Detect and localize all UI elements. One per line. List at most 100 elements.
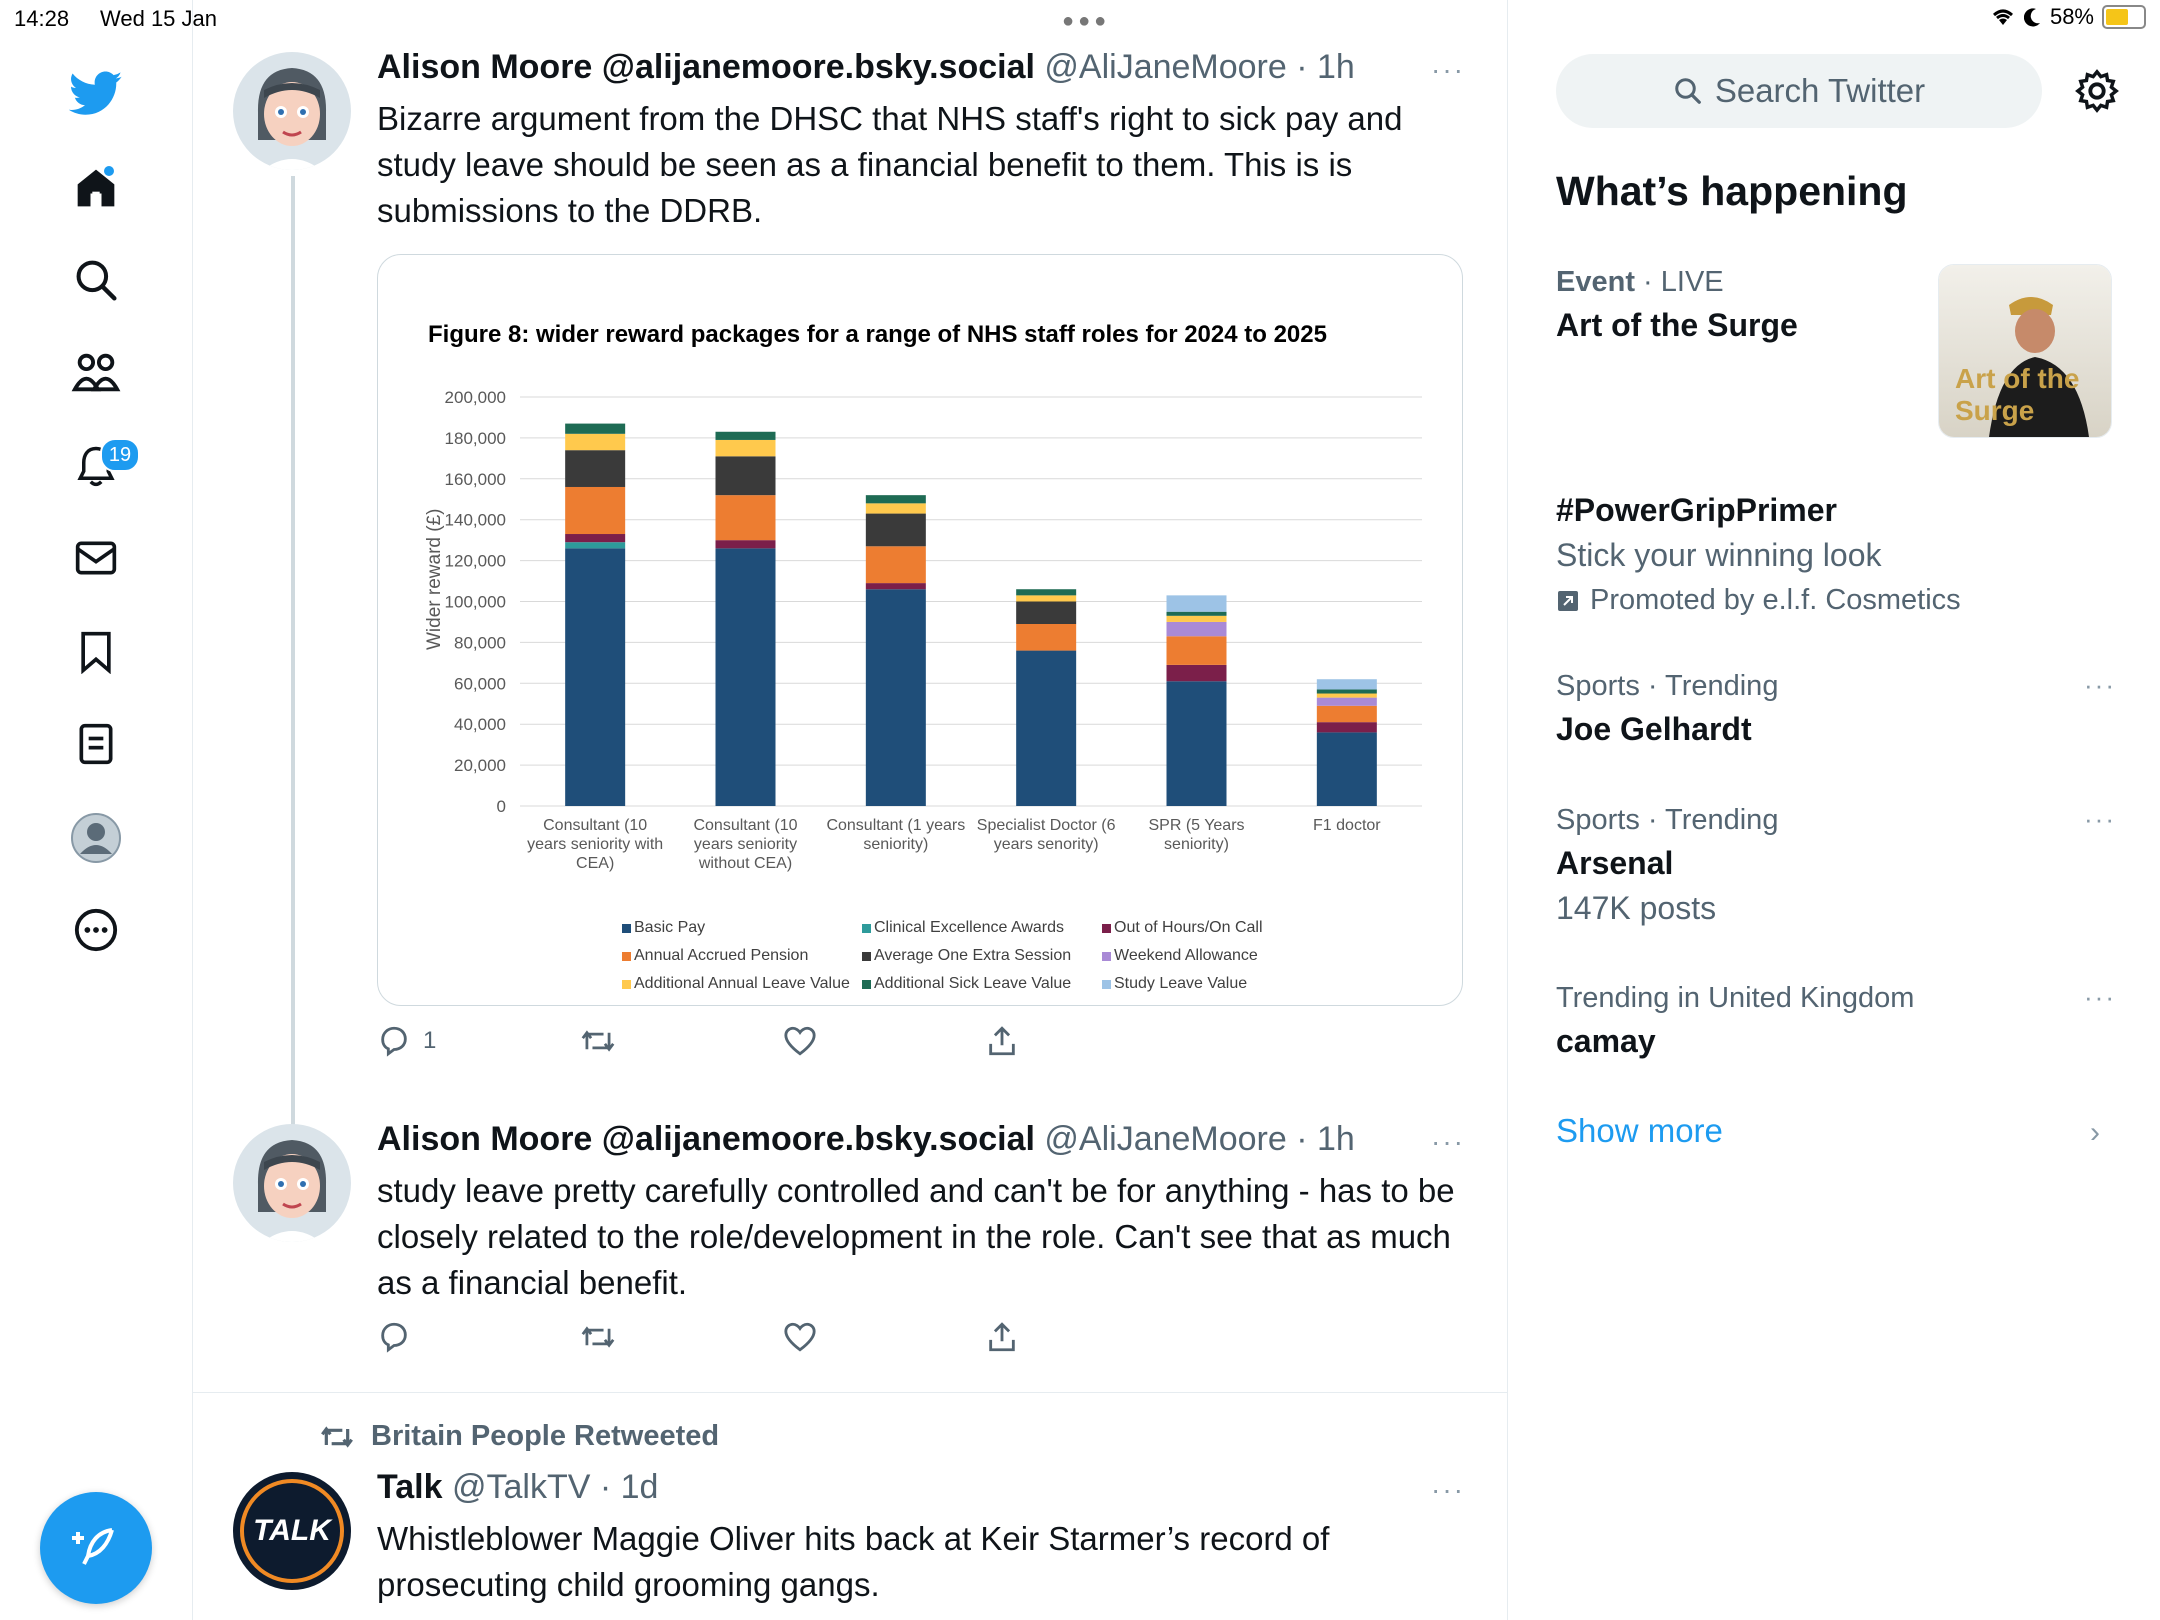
avatar[interactable]	[233, 52, 351, 170]
chart-bar-segment	[1316, 689, 1377, 694]
chart-bar-segment	[1166, 595, 1227, 612]
author-handle[interactable]: @TalkTV	[452, 1468, 590, 1506]
legend-item: Average One Extra Session	[862, 947, 1071, 965]
retweet-button[interactable]	[580, 1320, 783, 1354]
chart-bar-segment	[1166, 664, 1227, 682]
chart-bar-segment	[1316, 679, 1377, 690]
nav-notifications[interactable]: 19	[62, 432, 140, 500]
author-name[interactable]: Talk	[377, 1468, 443, 1506]
avatar[interactable]: TALK	[233, 1472, 351, 1590]
right-sidebar: Search Twitter What’s happening Event · …	[1506, 0, 2160, 1620]
tweet-more-button[interactable]: ···	[1431, 1126, 1465, 1158]
chart-x-tick-label: Consultant (10	[693, 817, 797, 834]
nav-explore[interactable]	[62, 246, 130, 314]
legend-swatch	[1102, 951, 1111, 961]
trends-heading: What’s happening	[1556, 168, 1908, 214]
author-name[interactable]: Alison Moore @alijanemoore.bsky.social	[377, 1120, 1035, 1158]
nav-home[interactable]	[62, 154, 130, 222]
nav-more[interactable]	[62, 896, 130, 964]
tweet-time[interactable]: · 1h	[1296, 48, 1355, 86]
chart-y-tick-label: 100,000	[445, 593, 506, 612]
author-handle[interactable]: @AliJaneMoore	[1044, 48, 1286, 86]
trend-category: Event	[1556, 266, 1635, 298]
nav-lists[interactable]	[62, 710, 130, 778]
retweeted-by-label: Britain People Retweeted	[371, 1420, 720, 1452]
trend-item-promoted[interactable]: #PowerGripPrimer Stick your winning look…	[1556, 484, 2116, 617]
chart-bar-segment	[715, 540, 776, 549]
nav-messages[interactable]	[62, 524, 130, 592]
chart-y-tick-label: 20,000	[454, 756, 506, 775]
avatar-logo-text: TALK	[253, 1514, 331, 1547]
chart-bar-segment	[1316, 732, 1377, 806]
compose-tweet-button[interactable]	[40, 1492, 152, 1604]
chart-bar-segment	[1316, 705, 1377, 723]
share-button[interactable]	[986, 1320, 1189, 1354]
list-icon	[79, 723, 113, 765]
chart-y-tick-label: 180,000	[445, 429, 506, 448]
trend-item[interactable]: Sports · Trending Joe Gelhardt ···	[1556, 670, 2116, 748]
twitter-logo-icon[interactable]	[62, 60, 130, 128]
chart-x-tick-label: SPR (5 Years	[1148, 817, 1244, 834]
tweet-header: Alison Moore @alijanemoore.bsky.social @…	[377, 48, 1355, 87]
promoted-label: Promoted by e.l.f. Cosmetics	[1590, 584, 1961, 616]
legend-item: Out of Hours/On Call	[1102, 919, 1263, 937]
heart-icon	[784, 1322, 816, 1352]
avatar[interactable]	[233, 1124, 351, 1242]
event-thumbnail-title: Art of the Surge	[1955, 363, 2080, 426]
tweet-actions	[377, 1320, 1189, 1354]
reply-button[interactable]: 1	[377, 1024, 580, 1058]
trend-item[interactable]: Event · LIVE Art of the Surge	[1556, 266, 1936, 344]
nav-bookmarks[interactable]	[62, 618, 130, 686]
trend-item[interactable]: Trending in United Kingdom camay ···	[1556, 982, 2116, 1060]
timeline[interactable]: Alison Moore @alijanemoore.bsky.social @…	[192, 0, 1508, 1620]
chart-bar-segment	[1316, 722, 1377, 733]
chevron-right-icon[interactable]: ›	[2090, 1116, 2100, 1150]
trend-category: Sports · Trending	[1556, 804, 1779, 836]
legend-swatch	[862, 923, 871, 933]
legend-label: Out of Hours/On Call	[1114, 919, 1263, 936]
chart-bar-segment	[865, 583, 926, 590]
like-button[interactable]	[783, 1320, 986, 1354]
legend-item: Clinical Excellence Awards	[862, 919, 1064, 937]
trend-more-button[interactable]: ···	[2084, 804, 2116, 835]
nav-communities[interactable]	[62, 338, 130, 406]
thread-line	[291, 176, 295, 1126]
trend-more-button[interactable]: ···	[2084, 670, 2116, 701]
event-thumbnail[interactable]: Art of the Surge	[1938, 264, 2112, 438]
show-more-link[interactable]: Show more	[1556, 1112, 1723, 1150]
chart-x-tick-label: years seniority with	[527, 836, 663, 853]
legend-label: Additional Sick Leave Value	[874, 975, 1072, 992]
tweet-time[interactable]: · 1d	[600, 1468, 659, 1506]
chart-bar-segment	[1016, 623, 1077, 651]
tweet-more-button[interactable]: ···	[1431, 54, 1465, 86]
author-handle[interactable]: @AliJaneMoore	[1044, 1120, 1286, 1158]
nav-profile[interactable]	[62, 804, 130, 872]
chart-bar-segment	[1166, 611, 1227, 616]
chart-y-tick-label: 40,000	[454, 715, 506, 734]
tweet-time[interactable]: · 1h	[1296, 1120, 1355, 1158]
tweet-more-button[interactable]: ···	[1431, 1474, 1465, 1506]
tweet-media-chart[interactable]: Figure 8: wider reward packages for a ra…	[377, 254, 1463, 1006]
trend-item[interactable]: Sports · Trending Arsenal 147K posts ···	[1556, 804, 2116, 927]
retweet-button[interactable]	[580, 1024, 783, 1058]
legend-swatch	[862, 979, 871, 989]
chart-y-tick-label: 80,000	[454, 633, 506, 652]
legend-label: Annual Accrued Pension	[634, 947, 809, 964]
chart-bar-segment	[565, 450, 626, 487]
chart-bar-segment	[715, 456, 776, 496]
search-input[interactable]: Search Twitter	[1556, 54, 2042, 128]
share-icon	[989, 1322, 1015, 1352]
chart-bar-segment	[1016, 589, 1077, 596]
reply-button[interactable]	[377, 1320, 580, 1354]
author-name[interactable]: Alison Moore @alijanemoore.bsky.social	[377, 48, 1035, 86]
mail-icon	[75, 541, 117, 575]
chart-bar-segment	[1166, 615, 1227, 622]
retweet-context[interactable]: Britain People Retweeted	[317, 1420, 719, 1453]
settings-button[interactable]	[2074, 68, 2120, 119]
share-button[interactable]	[986, 1024, 1189, 1058]
like-button[interactable]	[783, 1024, 986, 1058]
trend-more-button[interactable]: ···	[2084, 982, 2116, 1013]
chart-y-tick-label: 160,000	[445, 470, 506, 489]
trend-category: Trending in United Kingdom	[1556, 982, 1915, 1014]
legend-label: Basic Pay	[634, 919, 706, 936]
